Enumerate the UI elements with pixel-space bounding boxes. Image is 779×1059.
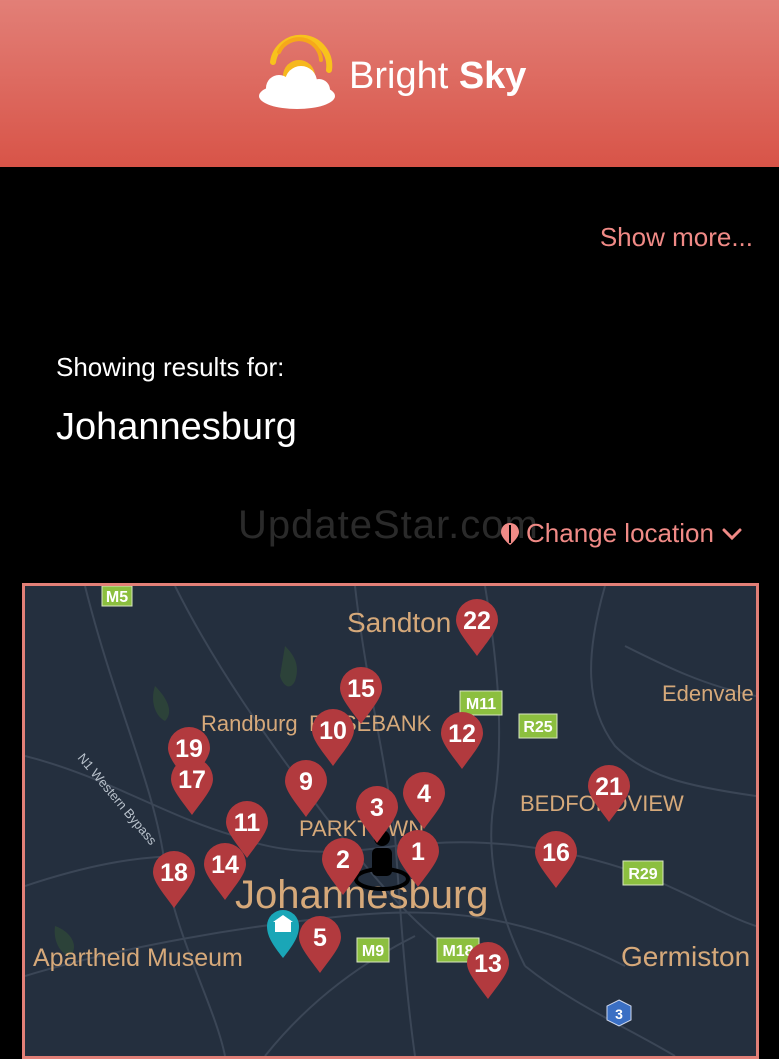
svg-text:M5: M5 — [106, 589, 128, 606]
marker-label: 16 — [542, 839, 570, 867]
app-title: Bright Sky — [349, 55, 527, 97]
marker-label: 22 — [463, 607, 491, 635]
marker-label: 14 — [211, 851, 239, 879]
map-label-germiston: Germiston — [621, 941, 750, 972]
city-name: Johannesburg — [56, 406, 297, 448]
watermark: UpdateStar.com — [238, 503, 539, 547]
location-marker-13[interactable]: 13 — [467, 942, 509, 999]
sun-cloud-logo-icon — [259, 34, 335, 109]
location-marker-10[interactable]: 10 — [312, 709, 354, 766]
location-marker-12[interactable]: 12 — [441, 712, 483, 769]
location-marker-17[interactable]: 17 — [171, 758, 213, 815]
map-label-bypass: N1 Western Bypass — [75, 750, 161, 848]
location-marker-5[interactable]: 5 — [299, 916, 341, 973]
results-label: Showing results for: — [56, 352, 285, 382]
svg-text:R25: R25 — [523, 719, 552, 736]
marker-label: 9 — [299, 768, 313, 796]
location-pin-icon — [501, 522, 519, 545]
svg-text:M11: M11 — [466, 696, 496, 713]
marker-label: 13 — [474, 950, 502, 978]
show-more-link[interactable]: Show more... — [600, 222, 753, 253]
marker-label: 18 — [160, 859, 188, 887]
chevron-down-icon — [722, 528, 742, 540]
map-label-apartheid-museum: Apartheid Museum — [33, 944, 243, 972]
marker-label: 3 — [370, 794, 384, 822]
road-sign-r25: R25 — [518, 713, 558, 739]
location-marker-22[interactable]: 22 — [456, 599, 498, 656]
map-label-randburg: Randburg — [201, 711, 298, 736]
svg-text:3: 3 — [615, 1006, 623, 1022]
location-marker-16[interactable]: 16 — [535, 831, 577, 888]
road-sign-r29: R29 — [622, 860, 664, 886]
marker-label: 2 — [336, 846, 350, 874]
road-sign-m5: M5 — [101, 586, 133, 607]
road-sign-m9: M9 — [356, 937, 390, 963]
road-sign-m11: M11 — [459, 690, 503, 716]
map-label-edenvale: Edenvale — [662, 681, 754, 706]
marker-label: 21 — [595, 773, 623, 801]
marker-label: 5 — [313, 924, 327, 952]
museum-poi-icon[interactable] — [267, 910, 299, 958]
marker-label: 1 — [411, 838, 425, 866]
road-sign-3: 3 — [606, 999, 632, 1027]
map-view[interactable]: Sandton Edenvale Randburg ROSEBANK BEDFO… — [22, 583, 759, 1059]
location-marker-18[interactable]: 18 — [153, 851, 195, 908]
map-label-johannesburg: Johannesburg — [235, 873, 489, 917]
location-marker-9[interactable]: 9 — [285, 760, 327, 817]
marker-label: 15 — [347, 675, 375, 703]
change-location-label: Change location — [526, 518, 714, 548]
svg-text:M9: M9 — [362, 943, 384, 960]
marker-label: 17 — [178, 766, 206, 794]
svg-text:R29: R29 — [628, 866, 657, 883]
app-header: Bright Sky — [0, 0, 779, 167]
marker-label: 4 — [417, 780, 431, 808]
marker-label: 10 — [319, 717, 347, 745]
change-location-button[interactable]: Change location — [500, 518, 744, 549]
marker-label: 12 — [448, 720, 476, 748]
map-label-sandton: Sandton — [347, 607, 451, 638]
marker-label: 11 — [234, 809, 261, 837]
